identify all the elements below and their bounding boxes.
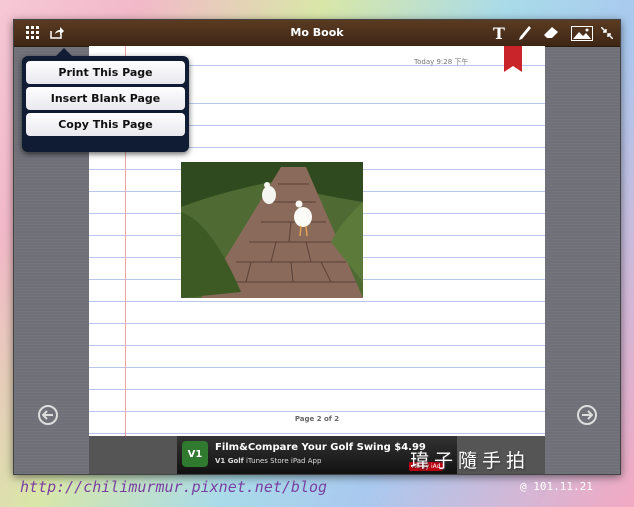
image-icon[interactable]	[570, 24, 594, 42]
toolbar: Mo Book T	[14, 20, 620, 47]
date-stamp: @ 101.11.21	[520, 480, 593, 493]
eraser-icon[interactable]	[542, 24, 560, 42]
bookmark-ribbon[interactable]	[504, 46, 522, 72]
insert-blank-page-button[interactable]: Insert Blank Page	[26, 87, 185, 110]
page-actions-popover: Print This Page Insert Blank Page Copy T…	[22, 48, 189, 152]
ad-subtitle: V1 Golf iTunes Store iPad App	[215, 457, 321, 465]
ad-title: Film&Compare Your Golf Swing $4.99	[215, 442, 426, 453]
blog-url: http://chilimurmur.pixnet.net/blog	[20, 478, 328, 496]
page-number: Page 2 of 2	[294, 415, 340, 423]
app-frame: Mo Book T Today 9:28 下午 Page 2 of 2 V1 F…	[13, 19, 621, 475]
ad-subtitle-text: iTunes Store iPad App	[245, 457, 322, 465]
print-page-button[interactable]: Print This Page	[26, 61, 185, 84]
garden-photo[interactable]	[181, 162, 363, 298]
next-page-arrow-icon[interactable]	[577, 405, 597, 425]
collapse-icon[interactable]	[598, 24, 616, 42]
previous-page-arrow-icon[interactable]	[38, 405, 58, 425]
text-icon[interactable]: T	[490, 24, 508, 43]
ad-subtitle-bold: V1 Golf	[215, 457, 244, 465]
ad-app-icon: V1	[182, 441, 208, 467]
copy-page-button[interactable]: Copy This Page	[26, 113, 185, 136]
page-date: Today 9:28 下午	[414, 58, 469, 66]
watermark-signature: 瑋子隨手拍	[410, 450, 531, 472]
pen-icon[interactable]	[516, 24, 534, 42]
